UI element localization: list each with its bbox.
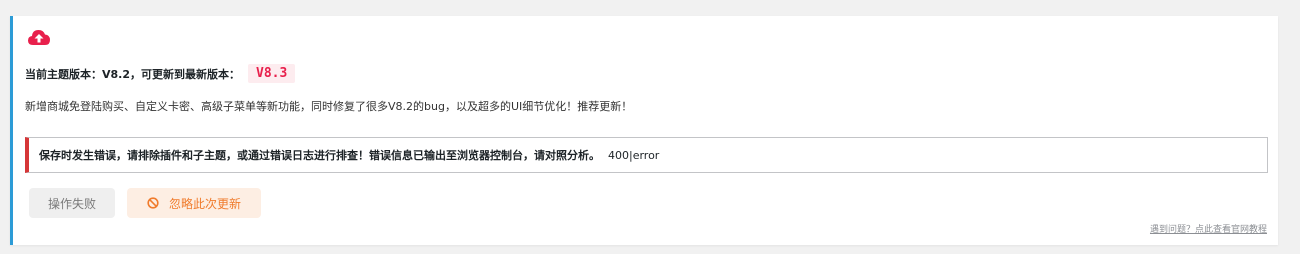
- operation-failed-button[interactable]: 操作失败: [29, 188, 115, 218]
- error-message: 保存时发生错误，请排除插件和子主题，或通过错误日志进行排查！错误信息已输出至浏览…: [39, 149, 600, 162]
- latest-version-badge: V8.3: [248, 64, 296, 83]
- error-code: 400|error: [608, 148, 660, 162]
- cloud-upload-icon: [27, 28, 51, 46]
- error-notice: 保存时发生错误，请排除插件和子主题，或通过错误日志进行排查！错误信息已输出至浏览…: [25, 137, 1268, 173]
- ban-icon: [147, 197, 159, 209]
- help-tutorial-link[interactable]: 遇到问题？点此查看官网教程: [1150, 222, 1267, 235]
- update-notice-card: 当前主题版本：V8.2，可更新到最新版本： V8.3 新增商城免登陆购买、自定义…: [10, 16, 1278, 245]
- ignore-update-button[interactable]: 忽略此次更新: [127, 188, 261, 218]
- version-info: 当前主题版本：V8.2，可更新到最新版本： V8.3: [25, 64, 296, 83]
- operation-failed-label: 操作失败: [47, 196, 96, 211]
- ignore-update-label: 忽略此次更新: [168, 196, 241, 211]
- update-description: 新增商城免登陆购买、自定义卡密、高级子菜单等新功能，同时修复了很多V8.2的bu…: [25, 100, 633, 113]
- version-label: 当前主题版本：V8.2，可更新到最新版本：: [25, 67, 240, 81]
